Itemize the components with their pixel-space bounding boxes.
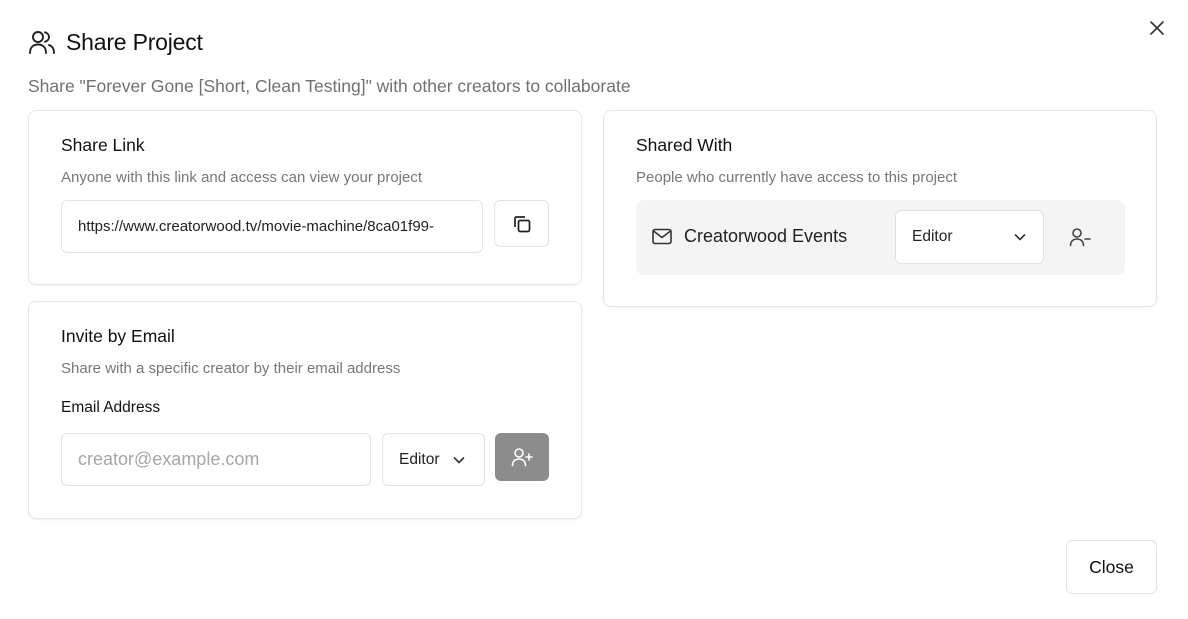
invite-role-value: Editor: [399, 450, 440, 468]
add-user-button[interactable]: [495, 433, 549, 481]
copy-link-button[interactable]: [494, 200, 549, 247]
share-project-dialog: Share Project Share "Forever Gone [Short…: [0, 0, 1188, 619]
invite-title: Invite by Email: [61, 326, 175, 346]
mail-icon: [652, 228, 672, 245]
share-link-field[interactable]: https://www.creatorwood.tv/movie-machine…: [61, 200, 483, 253]
member-role-select[interactable]: Editor: [895, 210, 1044, 264]
chevron-down-icon: [1014, 234, 1026, 241]
member-name: Creatorwood Events: [684, 226, 848, 246]
share-link-card: Share Link Anyone with this link and acc…: [28, 110, 582, 285]
user-minus-icon: [1069, 228, 1091, 247]
user-plus-icon: [511, 448, 533, 467]
dialog-subtitle: Share "Forever Gone [Short, Clean Testin…: [28, 76, 631, 96]
invite-description: Share with a specific creator by their e…: [61, 360, 401, 377]
shared-with-card: Shared With People who currently have ac…: [603, 110, 1157, 307]
member-role-value: Editor: [912, 228, 953, 245]
share-link-description: Anyone with this link and access can vie…: [61, 169, 423, 186]
close-dialog-button[interactable]: [1146, 17, 1168, 39]
shared-with-title: Shared With: [636, 135, 733, 155]
email-field-label: Email Address: [61, 399, 161, 416]
dialog-title: Share Project: [66, 28, 203, 55]
remove-member-button[interactable]: [1063, 222, 1097, 252]
invite-email-card: Invite by Email Share with a specific cr…: [28, 301, 582, 519]
shared-member-row: Creatorwood Events Editor: [636, 200, 1125, 275]
close-button[interactable]: Close: [1066, 540, 1157, 594]
x-icon: [1150, 21, 1164, 35]
copy-icon: [513, 215, 530, 232]
chevron-down-icon: [453, 456, 464, 463]
shared-with-description: People who currently have access to this…: [636, 169, 957, 186]
dialog-header: Share Project Share "Forever Gone [Short…: [28, 28, 631, 97]
invite-role-select[interactable]: Editor: [382, 433, 485, 486]
email-input[interactable]: [61, 433, 371, 486]
share-link-title: Share Link: [61, 135, 145, 155]
users-icon: [29, 31, 55, 54]
